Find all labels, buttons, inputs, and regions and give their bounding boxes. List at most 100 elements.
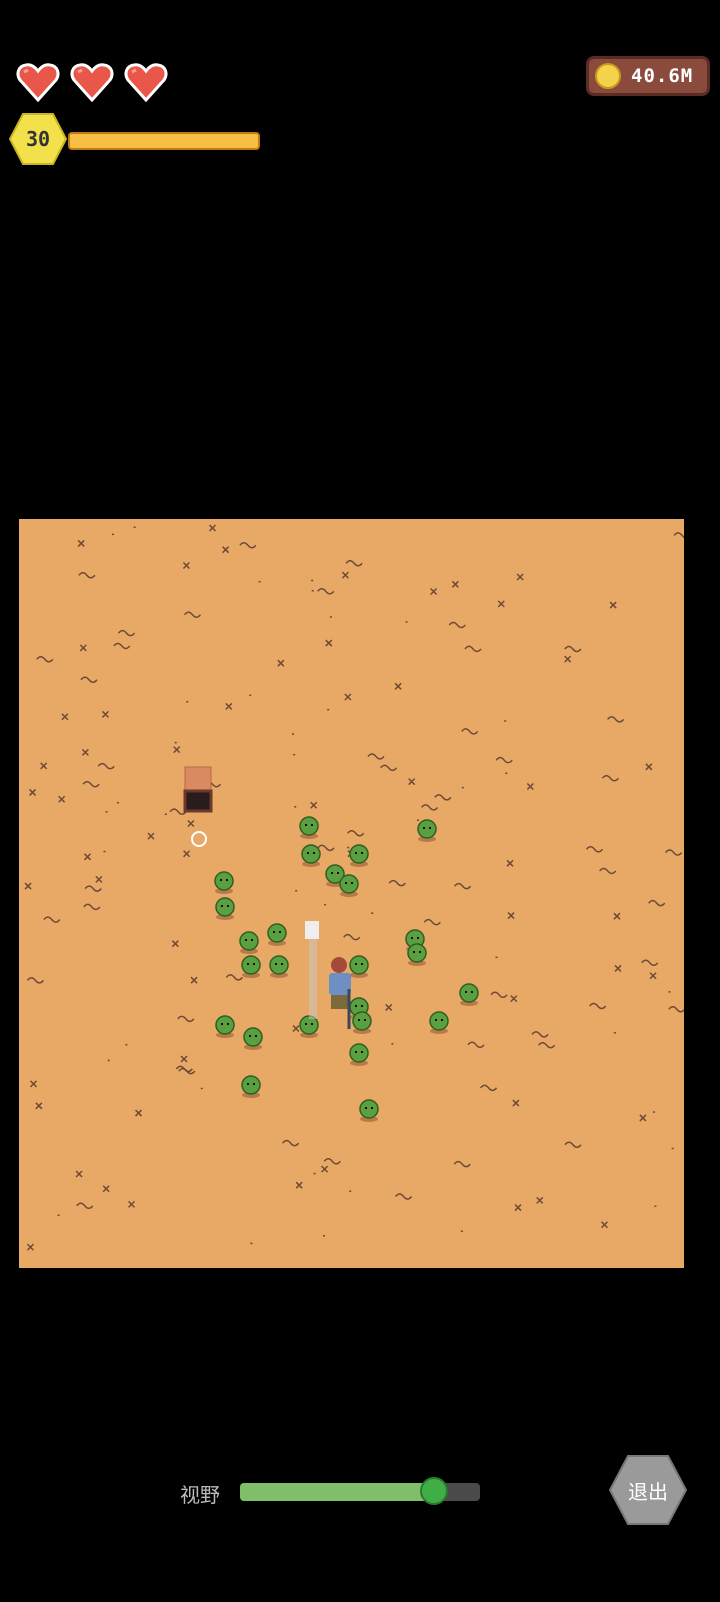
ground-scribble bbox=[490, 991, 508, 999]
coin-amount: 40.6M bbox=[631, 65, 694, 87]
ground-scribble bbox=[117, 629, 136, 637]
ground-scribble bbox=[585, 846, 604, 853]
ground-scribble bbox=[128, 1200, 136, 1208]
ground-scribble bbox=[225, 974, 243, 981]
ground-scribble bbox=[84, 885, 102, 892]
ground-scribble bbox=[183, 850, 191, 858]
goblin-enemy-icon bbox=[269, 955, 289, 978]
coin-icon bbox=[595, 63, 621, 89]
view-label: 视野 bbox=[180, 1483, 220, 1507]
ground-scribble bbox=[317, 588, 335, 595]
view-slider-fill bbox=[240, 1483, 435, 1501]
ground-scribble bbox=[394, 1193, 413, 1200]
xp-bar-fill bbox=[70, 134, 258, 148]
ground-scribble bbox=[134, 1109, 143, 1117]
ground-scribble bbox=[295, 1181, 303, 1189]
ground-scribble bbox=[614, 964, 622, 972]
ground-scribble bbox=[453, 1160, 471, 1168]
goblin-enemy-icon bbox=[359, 1099, 379, 1122]
goblin-enemy-icon bbox=[407, 943, 427, 966]
goblin-enemy-icon bbox=[352, 1011, 372, 1034]
ground-scribble bbox=[599, 867, 617, 875]
ground-scribble bbox=[239, 541, 257, 549]
goblin-enemy-icon bbox=[299, 1015, 319, 1038]
ground-scribble bbox=[182, 561, 190, 569]
ground-scribble bbox=[95, 875, 103, 883]
ground-scribble bbox=[282, 1139, 300, 1147]
ground-scribble bbox=[58, 795, 66, 803]
ground-scribble bbox=[600, 1221, 608, 1229]
ground-scribble bbox=[321, 1165, 329, 1173]
ground-scribble bbox=[648, 899, 666, 907]
ground-scribble bbox=[454, 882, 472, 890]
ground-scribble bbox=[83, 903, 101, 911]
goblin-enemy-icon bbox=[215, 897, 235, 920]
ground-scribble bbox=[29, 1080, 38, 1088]
ground-scribble bbox=[208, 524, 217, 532]
ground-scribble bbox=[61, 713, 69, 721]
ground-scribble bbox=[408, 778, 416, 786]
ground-scribble bbox=[347, 830, 365, 837]
ground-scribble bbox=[102, 1185, 110, 1193]
ground-scribble bbox=[277, 659, 285, 667]
ground-scribble bbox=[323, 1158, 341, 1165]
ground-scribble bbox=[79, 644, 87, 652]
ground-scribble bbox=[536, 1196, 544, 1204]
ground-scribble bbox=[222, 546, 230, 554]
goblin-enemy-icon bbox=[349, 844, 369, 867]
goblin-enemy-icon bbox=[301, 844, 321, 867]
ground-scribble bbox=[649, 972, 657, 980]
ground-scribble bbox=[512, 1099, 520, 1107]
ground-scribble bbox=[367, 753, 385, 760]
heart-icon bbox=[124, 63, 168, 102]
ground-scribble bbox=[461, 728, 479, 735]
coin-counter: 40.6M bbox=[586, 56, 710, 96]
ground-scribble bbox=[147, 832, 155, 840]
xp-bar bbox=[68, 132, 260, 150]
ground-scribble bbox=[613, 912, 621, 920]
view-slider-knob[interactable] bbox=[420, 1477, 449, 1505]
hearts-row bbox=[16, 62, 168, 102]
view-slider[interactable] bbox=[240, 1477, 480, 1505]
goblin-enemy-icon bbox=[429, 1011, 449, 1034]
ground-scribble bbox=[292, 1024, 300, 1033]
ground-scribble bbox=[26, 1243, 34, 1251]
ground-scribble bbox=[464, 645, 482, 653]
goblin-enemy-icon bbox=[214, 871, 234, 894]
goblin-enemy-icon bbox=[339, 874, 359, 897]
ground-scribble bbox=[639, 1114, 647, 1122]
goblin-enemy-icon bbox=[243, 1027, 263, 1050]
ground-scribble bbox=[345, 560, 363, 567]
ground-scribble bbox=[81, 748, 89, 756]
ground-scribble bbox=[80, 676, 98, 683]
ground-scribble bbox=[531, 1031, 549, 1038]
ground-scribble bbox=[601, 774, 619, 782]
goblin-enemy-icon bbox=[239, 931, 259, 954]
ground-scribble bbox=[190, 976, 198, 984]
skeleton-ally-icon bbox=[305, 921, 319, 1019]
ground-scribble bbox=[514, 1204, 522, 1212]
ground-scribble bbox=[76, 1202, 94, 1210]
ground-scribble bbox=[187, 819, 195, 828]
ground-scribble bbox=[101, 710, 109, 718]
level-number: 30 bbox=[25, 127, 51, 151]
ground-scribble bbox=[506, 859, 514, 867]
heart-icon bbox=[16, 63, 60, 102]
ground-scribble bbox=[43, 916, 61, 923]
ground-scribble bbox=[564, 655, 572, 663]
ground-scribble bbox=[379, 764, 398, 772]
ground-scribble bbox=[40, 762, 48, 770]
ground-scribble bbox=[516, 573, 524, 581]
ground-scribble bbox=[341, 571, 349, 579]
goblin-enemy-icon bbox=[299, 816, 319, 839]
ground-scribble bbox=[538, 1041, 556, 1049]
ground-scribble bbox=[497, 600, 505, 608]
ground-scribble bbox=[394, 682, 402, 690]
game-map[interactable] bbox=[19, 519, 684, 1268]
exit-button[interactable]: 退出 bbox=[608, 1454, 688, 1526]
ground-scribble bbox=[430, 587, 438, 596]
ground-scribble bbox=[564, 645, 582, 653]
goblin-enemy-icon bbox=[417, 819, 437, 842]
ground-scribble bbox=[385, 1003, 393, 1011]
ground-scribble bbox=[325, 639, 333, 647]
